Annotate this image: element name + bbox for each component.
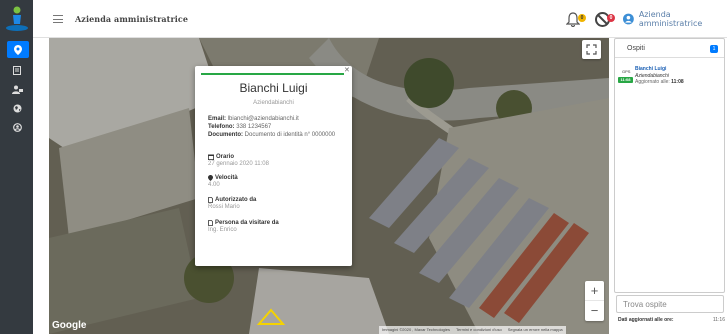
guest-info-window: ✕ Bianchi Luigi Aziendabianchi Email: lb… — [195, 66, 352, 266]
app-logo-icon[interactable] — [4, 4, 30, 32]
velocita-heading: Velocità — [208, 175, 238, 181]
email-line: Email: lbianchi@aziendabianchi.it — [208, 116, 299, 122]
notifications-button[interactable]: 0 — [565, 12, 586, 28]
close-icon[interactable]: ✕ — [344, 66, 350, 74]
persona-value: Ing. Enrico — [208, 227, 237, 233]
guests-list-box: Ospiti 1 GPS 11:08 Bianchi Luigi Azienda… — [614, 38, 725, 293]
terms-link[interactable]: Termini e condizioni d'uso — [456, 326, 502, 334]
top-bar: Azienda amministratrice 0 0 Azienda ammi… — [33, 0, 727, 38]
data-updated-label: Dati aggiornati alle ore: — [618, 317, 674, 323]
updated-prefix: Aggiornato alle: — [635, 79, 672, 85]
zoom-out-button[interactable]: − — [585, 301, 604, 321]
google-logo: Google — [52, 320, 87, 331]
sidebar-item-map[interactable] — [7, 41, 29, 58]
user-menu[interactable]: Azienda amministratrice — [623, 10, 727, 28]
orario-heading: Orario — [208, 154, 234, 160]
velocita-value: 4.00 — [208, 182, 220, 188]
autorizzato-value: Rossi Mario — [208, 204, 240, 210]
map-attribution: Immagini ©2020 , Maxar Technologies Term… — [379, 326, 566, 334]
guest-list-updated: Aggiornato alle: 11:08 — [635, 79, 684, 85]
user-circle-icon — [623, 13, 634, 25]
time-badge: 11:08 — [618, 77, 633, 83]
report-error-link[interactable]: Segnala un errore nella mappa — [508, 326, 563, 334]
data-updated-time: 11:16 — [712, 317, 725, 323]
persona-heading: Persona da visitare da — [208, 220, 279, 226]
guest-company: Aziendabianchi — [253, 100, 294, 106]
phone-value: 338 1234567 — [236, 124, 272, 130]
file-icon — [208, 220, 213, 226]
page-title: Azienda amministratrice — [75, 14, 189, 24]
guests-panel: Ospiti 1 GPS 11:08 Bianchi Luigi Azienda… — [614, 38, 727, 334]
phone-label: Telefono: — [208, 124, 235, 130]
notification-count-badge: 0 — [578, 14, 586, 22]
data-updated-line: Dati aggiornati alle ore: 11:16 — [618, 317, 725, 323]
autorizzato-label: Autorizzato da — [215, 197, 257, 203]
fullscreen-icon — [586, 44, 597, 55]
autorizzato-heading: Autorizzato da — [208, 197, 256, 203]
document-line: Documento: Documento di identità n° 0000… — [208, 132, 335, 138]
sidebar-item-account[interactable] — [8, 120, 26, 135]
map-marker-icon — [14, 44, 22, 55]
fullscreen-button[interactable] — [582, 40, 601, 59]
orario-value: 27 gennaio 2020 11:08 — [208, 161, 269, 167]
zoom-control: + − — [585, 281, 604, 321]
attribution-imagery: Immagini ©2020 , Maxar Technologies — [382, 327, 451, 332]
user-circle-icon — [12, 123, 22, 132]
guest-list-name: Bianchi Luigi — [635, 66, 667, 72]
gps-label: GPS — [622, 69, 631, 74]
guest-name: Bianchi Luigi — [239, 81, 308, 95]
file-icon — [208, 197, 213, 203]
sidebar — [0, 0, 33, 334]
sidebar-item-users[interactable] — [8, 82, 26, 97]
email-label: Email: — [208, 116, 227, 122]
guest-count-badge: 1 — [710, 45, 718, 53]
orario-label: Orario — [216, 154, 235, 160]
updated-time: 11:08 — [671, 79, 684, 85]
user-name: Azienda amministratrice — [638, 10, 703, 28]
sidebar-item-reports[interactable] — [8, 63, 26, 78]
email-value: lbianchi@aziendabianchi.it — [227, 116, 299, 122]
document-value: Documento di identità n° 0000000 — [244, 132, 336, 138]
menu-toggle-icon[interactable] — [53, 15, 63, 23]
blocked-button[interactable]: 0 — [594, 11, 616, 29]
map-marker-icon — [208, 175, 213, 181]
document-label: Documento: — [208, 132, 243, 138]
panel-title: Ospiti — [627, 45, 645, 52]
status-bar — [201, 73, 344, 75]
blocked-count-badge: 0 — [607, 14, 615, 22]
phone-line: Telefono: 338 1234567 — [208, 124, 271, 130]
search-guest-input[interactable] — [616, 295, 724, 313]
zoom-in-button[interactable]: + — [585, 281, 604, 301]
guest-list-item[interactable]: GPS 11:08 Bianchi Luigi Aziendabianchi A… — [618, 65, 723, 87]
document-icon — [13, 66, 21, 75]
persona-label: Persona da visitare da — [215, 220, 279, 226]
calendar-icon — [208, 154, 214, 160]
users-icon — [11, 85, 23, 94]
globe-icon — [13, 104, 21, 113]
divider — [615, 57, 724, 58]
sidebar-item-globe[interactable] — [8, 101, 26, 116]
velocita-label: Velocità — [215, 175, 238, 181]
